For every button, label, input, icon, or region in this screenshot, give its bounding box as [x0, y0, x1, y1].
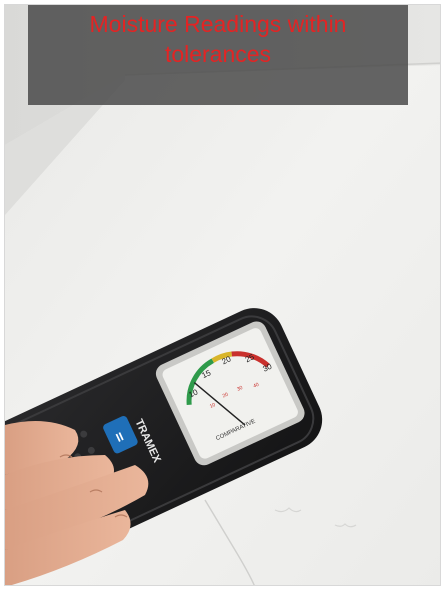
caption-text: Moisture Readings within tolerances	[89, 11, 347, 67]
caption-overlay: Moisture Readings within tolerances	[28, 5, 408, 105]
screenshot-frame: 10 15 20 25 30 10 20 30 40 COMPARATIVE T…	[0, 0, 445, 590]
